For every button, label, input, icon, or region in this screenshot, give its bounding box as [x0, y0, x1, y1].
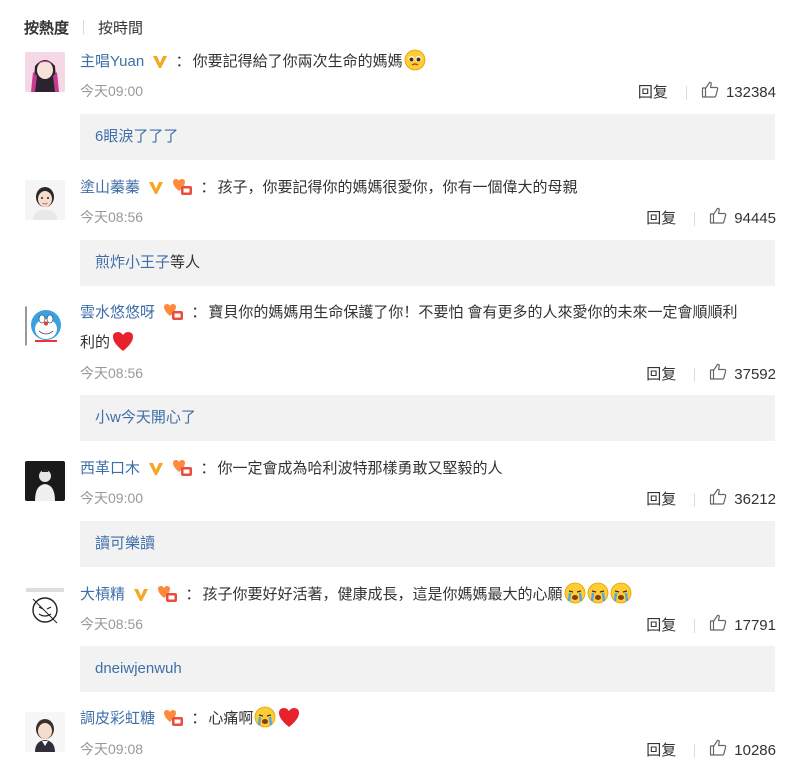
like-button[interactable]: 37592 [709, 363, 776, 386]
colon: ： [200, 179, 216, 196]
reply-button[interactable]: 回复 [638, 83, 668, 103]
comment-actions: 回复 132384 [638, 81, 776, 104]
pleading-emoji-icon [404, 49, 426, 80]
crying-emoji-icon [587, 582, 609, 613]
reply-preview[interactable]: 煎炸小王子等人 [80, 240, 775, 286]
comment-actions: 回复 17791 [646, 614, 776, 637]
comment-text: 你一定會成為哈利波特那樣勇敢又堅毅的人 [217, 460, 503, 477]
sort-by-hot[interactable]: 按熱度 [24, 17, 69, 38]
username[interactable]: 調皮彩虹糖 [80, 710, 155, 727]
like-button[interactable]: 94445 [709, 207, 776, 230]
avatar[interactable] [25, 52, 65, 92]
colon: ： [191, 304, 207, 321]
reply-button[interactable]: 回复 [646, 490, 676, 510]
reply-preview[interactable]: 小w今天開心了 [80, 395, 775, 441]
username[interactable]: 塗山蓁蓁 [80, 179, 140, 196]
fan-badge-icon [162, 709, 184, 736]
comment-text: 孩子你要好好活著，健康成長，這是你媽媽最大的心願 [202, 586, 563, 603]
reply-button[interactable]: 回复 [646, 741, 676, 761]
comment-actions: 回复 94445 [646, 207, 776, 230]
avatar[interactable] [25, 587, 65, 627]
thumbs-up-icon [709, 614, 727, 637]
colon: ： [191, 710, 207, 727]
action-divider [694, 743, 696, 758]
action-divider [685, 85, 687, 100]
avatar[interactable] [25, 306, 65, 346]
thumbs-up-icon [709, 363, 727, 386]
comment-text: 你要記得給了你兩次生命的媽媽 [192, 53, 403, 70]
like-button[interactable]: 132384 [701, 81, 776, 104]
comment-time: 今天09:08 [80, 741, 144, 757]
action-divider [694, 211, 696, 226]
reply-text[interactable]: 讀可樂讀 [95, 535, 155, 552]
red-heart-emoji-icon [111, 330, 135, 361]
fan-badge-icon [162, 303, 184, 330]
like-button[interactable]: 17791 [709, 614, 776, 637]
comment-time: 今天09:00 [80, 83, 144, 99]
comment-time: 今天09:00 [80, 490, 144, 506]
comment-actions: 回复 36212 [646, 488, 776, 511]
like-count: 132384 [725, 83, 776, 101]
comment-time: 今天08:56 [80, 209, 144, 225]
like-count: 36212 [734, 490, 776, 508]
thumbs-up-icon [709, 488, 727, 511]
like-count: 17791 [734, 616, 776, 634]
like-count: 37592 [734, 365, 776, 383]
thumbs-up-icon [709, 739, 727, 762]
verified-badge-icon [133, 585, 149, 611]
reply-preview[interactable]: 讀可樂讀 [80, 521, 775, 567]
avatar[interactable] [25, 180, 65, 220]
red-heart-emoji-icon [277, 706, 301, 737]
sort-by-time[interactable]: 按時間 [98, 17, 143, 38]
verified-badge-icon [152, 52, 168, 78]
like-button[interactable]: 10286 [709, 739, 776, 762]
colon: ： [200, 460, 216, 477]
like-count: 94445 [734, 209, 776, 227]
reply-button[interactable]: 回复 [646, 616, 676, 636]
reply-text[interactable]: 小w今天開心了 [95, 409, 196, 426]
fan-badge-icon [171, 178, 193, 205]
comment-text-continued: 利的 [80, 334, 111, 351]
comment-text: 心痛啊 [208, 710, 254, 727]
comment-time: 今天08:56 [80, 616, 144, 632]
thumbs-up-icon [709, 207, 727, 230]
comment-actions: 回复 37592 [646, 363, 776, 386]
reply-button[interactable]: 回复 [646, 365, 676, 385]
comment-time: 今天08:56 [80, 365, 144, 381]
comment-text: 孩子，你要記得你的媽媽很愛你，你有一個偉大的母親 [217, 179, 578, 196]
reply-preview[interactable]: 6眼淚了了了 [80, 114, 775, 160]
comment-actions: 回复 10286 [646, 739, 776, 762]
like-button[interactable]: 36212 [709, 488, 776, 511]
avatar[interactable] [25, 461, 65, 501]
reply-text[interactable]: 6眼淚了了了 [95, 128, 178, 145]
thumbs-up-icon [701, 81, 719, 104]
action-divider [694, 492, 696, 507]
crying-emoji-icon [564, 582, 586, 613]
action-divider [694, 367, 696, 382]
colon: ： [175, 53, 191, 70]
fan-badge-icon [156, 585, 178, 612]
verified-badge-icon [148, 178, 164, 204]
crying-emoji-icon [610, 582, 632, 613]
avatar[interactable] [25, 712, 65, 752]
verified-badge-icon [148, 459, 164, 485]
username[interactable]: 主唱Yuan [80, 53, 144, 70]
reply-text[interactable]: dneiwjenwuh [95, 660, 182, 677]
colon: ： [185, 586, 201, 603]
reply-text[interactable]: 煎炸小王子 [95, 254, 170, 271]
reply-preview[interactable]: dneiwjenwuh [80, 646, 775, 692]
comment-text: 寶貝你的媽媽用生命保護了你！不要怕 會有更多的人來愛你的未來一定會順順利 [208, 304, 738, 321]
crying-emoji-icon [254, 706, 276, 737]
username[interactable]: 雲水悠悠呀 [80, 304, 155, 321]
sort-bar: 按熱度 按時間 [24, 17, 143, 37]
sort-divider [83, 20, 85, 34]
like-count: 10286 [734, 741, 776, 759]
fan-badge-icon [171, 459, 193, 486]
reply-suffix: 等人 [170, 254, 201, 271]
username[interactable]: 大槓精 [80, 586, 125, 603]
action-divider [694, 618, 696, 633]
reply-button[interactable]: 回复 [646, 209, 676, 229]
username[interactable]: 西革口木 [80, 460, 140, 477]
